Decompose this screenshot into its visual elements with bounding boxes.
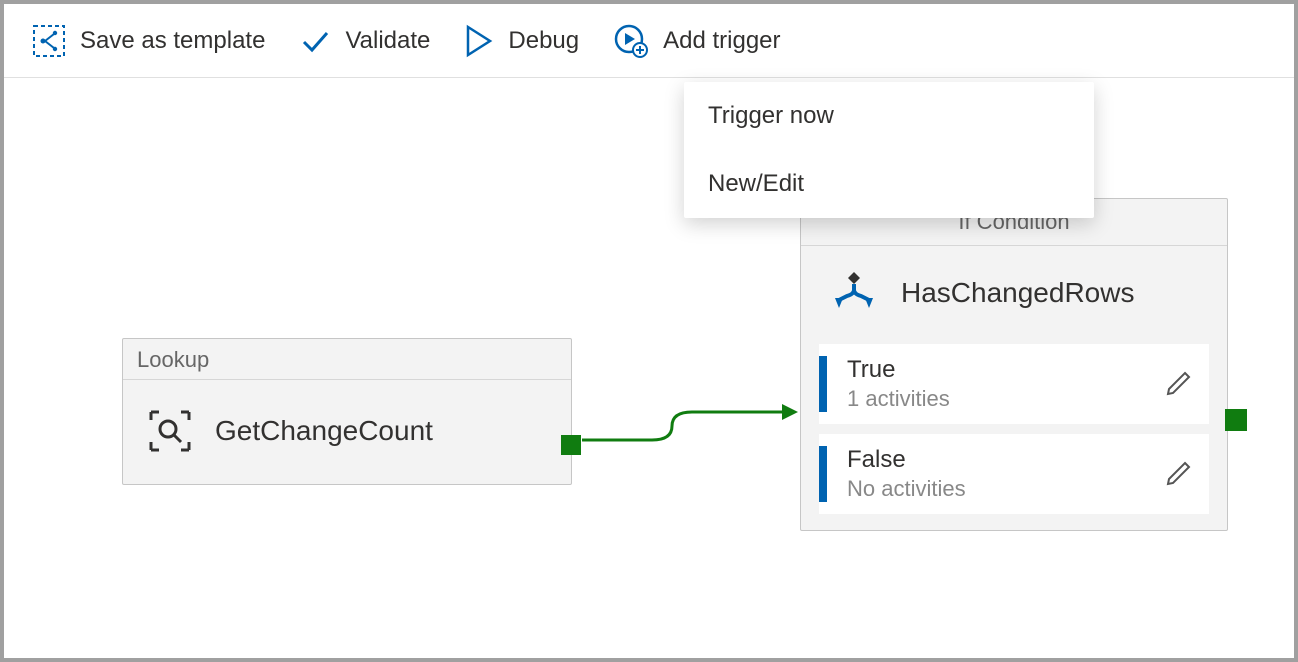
- if-condition-node[interactable]: If Condition HasChangedRows True 1 activ…: [800, 198, 1228, 531]
- check-icon: [299, 25, 331, 57]
- lookup-activity-name: GetChangeCount: [215, 415, 433, 447]
- false-branch-label: False: [847, 446, 1163, 474]
- lookup-type-label: Lookup: [123, 339, 571, 380]
- false-branch-subtitle: No activities: [847, 476, 1163, 502]
- trigger-now-label: Trigger now: [708, 102, 834, 129]
- pipeline-canvas[interactable]: Lookup GetChangeCount If Condition: [4, 82, 1294, 658]
- edit-true-icon[interactable]: [1163, 369, 1193, 399]
- save-as-template-button[interactable]: Save as template: [32, 24, 265, 58]
- template-icon: [32, 24, 66, 58]
- if-condition-icon: [829, 268, 879, 318]
- new-edit-label: New/Edit: [708, 170, 804, 197]
- toolbar: Save as template Validate Debug Add trig…: [4, 4, 1294, 78]
- save-as-template-label: Save as template: [80, 27, 265, 55]
- debug-button[interactable]: Debug: [464, 24, 579, 58]
- validate-label: Validate: [345, 27, 430, 55]
- new-edit-item[interactable]: New/Edit: [684, 150, 1094, 218]
- false-branch[interactable]: False No activities: [819, 434, 1209, 514]
- debug-label: Debug: [508, 27, 579, 55]
- true-branch-bar: [819, 356, 827, 412]
- if-output-handle[interactable]: [1225, 409, 1247, 431]
- lookup-icon: [147, 408, 193, 454]
- validate-button[interactable]: Validate: [299, 25, 430, 57]
- true-branch-subtitle: 1 activities: [847, 386, 1163, 412]
- trigger-dropdown: Trigger now New/Edit: [684, 82, 1094, 218]
- add-trigger-label: Add trigger: [663, 27, 780, 55]
- trigger-icon: [613, 23, 649, 59]
- true-branch[interactable]: True 1 activities: [819, 344, 1209, 424]
- edit-false-icon[interactable]: [1163, 459, 1193, 489]
- connector-arrow: [572, 410, 812, 470]
- add-trigger-button[interactable]: Add trigger: [613, 23, 780, 59]
- lookup-activity-node[interactable]: Lookup GetChangeCount: [122, 338, 572, 485]
- trigger-now-item[interactable]: Trigger now: [684, 82, 1094, 150]
- false-branch-bar: [819, 446, 827, 502]
- if-activity-name: HasChangedRows: [901, 277, 1134, 309]
- true-branch-label: True: [847, 356, 1163, 384]
- play-icon: [464, 24, 494, 58]
